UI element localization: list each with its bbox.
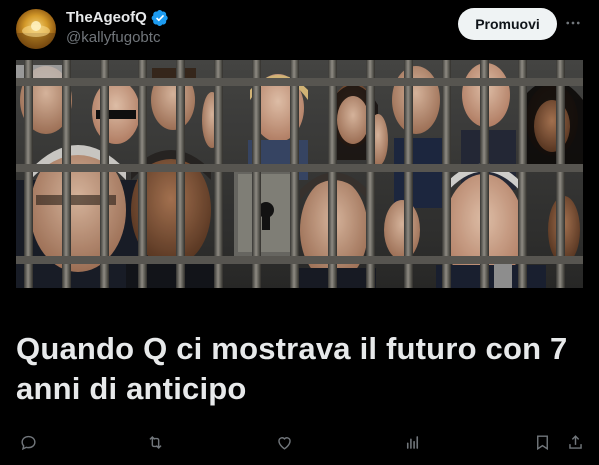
post-card: TheAgeofQ @kallyfugobtc Promuovi Quando … [0, 0, 599, 465]
author-display-name[interactable]: TheAgeofQ [66, 9, 147, 27]
reply-icon[interactable] [16, 430, 40, 454]
author-name-row: TheAgeofQ [66, 9, 169, 27]
bookmark-icon[interactable] [530, 430, 554, 454]
post-text: Quando Q ci mostrava il futuro con 7 ann… [16, 331, 568, 406]
share-icon[interactable] [563, 430, 587, 454]
jail-bars-image [16, 60, 583, 288]
promote-button[interactable]: Promuovi [458, 8, 557, 40]
like-icon[interactable] [272, 430, 296, 454]
action-bar [0, 430, 599, 454]
verified-badge-icon [151, 9, 169, 27]
more-icon[interactable] [562, 12, 584, 34]
avatar[interactable] [16, 9, 56, 49]
post-image[interactable] [16, 60, 583, 288]
views-icon[interactable] [400, 430, 424, 454]
author-handle[interactable]: @kallyfugobtc [66, 29, 160, 47]
repost-icon[interactable] [143, 430, 167, 454]
